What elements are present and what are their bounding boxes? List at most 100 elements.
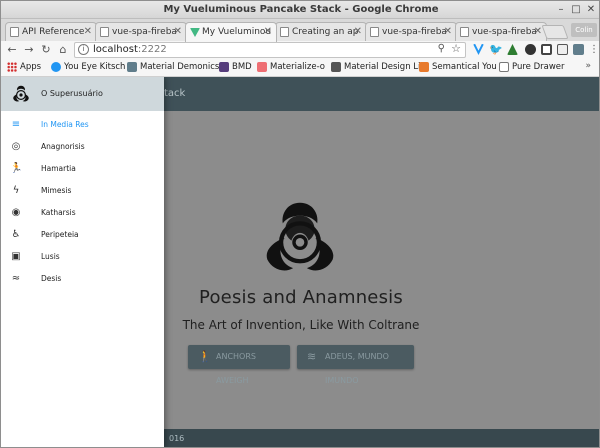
- navigation-drawer: O Superusuário ≡ In Media Res ◎ Anagnori…: [1, 77, 164, 447]
- tab[interactable]: vue-spa-fireba ✕: [365, 22, 457, 41]
- eye-icon: ◉: [11, 207, 21, 218]
- tab-label: Creating an ap: [292, 27, 359, 37]
- walk-icon: 🚶: [198, 350, 212, 363]
- minimize-button[interactable]: –: [555, 4, 567, 16]
- extension-triangle-icon[interactable]: [507, 44, 518, 55]
- tab-close-icon[interactable]: ✕: [264, 26, 272, 37]
- drawer-item-peripeteia[interactable]: ♿ Peripeteia: [1, 224, 164, 246]
- pool-icon: ≈: [11, 273, 21, 284]
- tab-strip: API Reference ✕ vue-spa-fireba ✕ My Vuel…: [1, 19, 599, 42]
- address-bar[interactable]: i localhost:2222 ⚲ ☆: [74, 42, 466, 58]
- tab-label: vue-spa-fireba: [472, 27, 537, 37]
- bookmark-label: Material Design Li: [344, 62, 421, 72]
- url-host: localhost: [93, 44, 138, 55]
- bookmark-label: You Eye Kitsch: [64, 62, 126, 72]
- browser-toolbar: ← → ↻ ⌂ i localhost:2222 ⚲ ☆ 🐦 ⋮: [1, 41, 599, 59]
- drawer-item-label: Katharsis: [41, 208, 76, 217]
- drawer-item-desis[interactable]: ≈ Desis: [1, 268, 164, 290]
- close-window-button[interactable]: ✕: [585, 4, 597, 16]
- adeus-mundo-imundo-button[interactable]: ≋ ADEUS, MUNDO IMUNDO: [297, 345, 414, 385]
- page-icon: [460, 27, 469, 37]
- page-viewport: tack Poesis and Anamnesis The Art of Inv…: [1, 77, 599, 447]
- window-title: My Vueluminous Pancake Stack - Google Ch…: [163, 4, 439, 15]
- bookmark-favicon-icon: [51, 62, 61, 72]
- home-icon[interactable]: ⌂: [56, 43, 70, 57]
- menu-kebab-icon[interactable]: ⋮: [587, 43, 599, 57]
- drawer-item-anagnorisis[interactable]: ◎ Anagnorisis: [1, 136, 164, 158]
- tab-label: vue-spa-fireba: [112, 27, 177, 37]
- url-text[interactable]: localhost:2222: [93, 44, 167, 55]
- drawer-item-label: Peripeteia: [41, 230, 79, 239]
- bookmark-apps[interactable]: Apps: [7, 62, 41, 74]
- tab-active[interactable]: My Vueluminou ✕: [185, 22, 277, 42]
- profile-button[interactable]: Colin: [571, 23, 597, 37]
- zoom-icon[interactable]: ⚲: [438, 43, 445, 54]
- bookmark-favicon-icon: [257, 62, 267, 72]
- biohazard-avatar-icon: [13, 85, 29, 102]
- bookmark-item[interactable]: Material Demonics: [127, 62, 219, 74]
- tab-close-icon[interactable]: ✕: [84, 26, 92, 37]
- run-icon: 🏃: [10, 163, 23, 174]
- extension-gear-icon[interactable]: [541, 44, 552, 55]
- new-tab-button[interactable]: [541, 25, 569, 39]
- back-icon[interactable]: ←: [5, 43, 19, 57]
- drawer-item-in-media-res[interactable]: ≡ In Media Res: [1, 114, 164, 136]
- reload-icon[interactable]: ↻: [39, 43, 53, 57]
- vue-devtools-icon[interactable]: [473, 44, 484, 55]
- tab[interactable]: vue-spa-fireba ✕: [455, 22, 547, 41]
- drawer-item-hamartia[interactable]: 🏃 Hamartia: [1, 158, 164, 180]
- page-icon: [370, 27, 379, 37]
- swim-icon: ≋: [307, 350, 317, 363]
- bookmark-label: Materialize-o: [270, 62, 326, 72]
- tab-label: API Reference: [22, 27, 85, 37]
- bookmark-favicon-icon: [219, 62, 229, 72]
- drawer-item-label: Lusis: [41, 252, 60, 261]
- extension-circle-icon[interactable]: [525, 44, 536, 55]
- tab[interactable]: vue-spa-fireba ✕: [95, 22, 187, 41]
- app-title: tack: [164, 88, 186, 99]
- bookmarks-bar: Apps You Eye Kitsch Material Demonics BM…: [1, 59, 599, 77]
- bookmark-item[interactable]: Pure Drawer: [499, 62, 565, 74]
- biohazard-logo-icon: [266, 202, 334, 271]
- target-icon: ◎: [11, 141, 21, 152]
- extension-shield-icon[interactable]: [573, 44, 584, 55]
- tab-close-icon[interactable]: ✕: [174, 26, 182, 37]
- vue-icon: [190, 28, 200, 37]
- page-icon: [280, 27, 289, 37]
- luggage-icon: ▣: [11, 251, 21, 262]
- url-port: :2222: [137, 44, 167, 55]
- info-icon[interactable]: i: [78, 44, 89, 55]
- window-titlebar[interactable]: My Vueluminous Pancake Stack - Google Ch…: [1, 1, 599, 19]
- bookmarks-overflow-icon[interactable]: »: [585, 61, 591, 71]
- anchors-aweigh-button[interactable]: 🚶 ANCHORS AWEIGH: [188, 345, 290, 385]
- drawer-item-mimesis[interactable]: ϟ Mimesis: [1, 180, 164, 202]
- drawer-item-label: Hamartia: [41, 164, 76, 173]
- drawer-item-label: Anagnorisis: [41, 142, 85, 151]
- twitter-icon[interactable]: 🐦: [489, 44, 503, 55]
- drawer-item-label: Mimesis: [41, 186, 72, 195]
- drawer-item-katharsis[interactable]: ◉ Katharsis: [1, 202, 164, 224]
- bookmark-item[interactable]: Material Design Li: [331, 62, 420, 74]
- tab[interactable]: API Reference ✕: [5, 22, 97, 41]
- tab[interactable]: Creating an ap ✕: [275, 22, 367, 41]
- drawer-header: O Superusuário: [1, 77, 164, 111]
- bookmark-item[interactable]: You Eye Kitsch: [51, 62, 125, 74]
- cast-icon[interactable]: [557, 44, 568, 55]
- bookmark-star-icon[interactable]: ☆: [451, 42, 461, 55]
- bookmark-item[interactable]: Semantical You: [419, 62, 497, 74]
- maximize-button[interactable]: □: [570, 4, 582, 16]
- bookmark-label: Pure Drawer: [512, 62, 565, 72]
- menu-icon: ≡: [11, 119, 21, 130]
- drawer-item-label: In Media Res: [41, 120, 89, 129]
- bookmark-item[interactable]: Materialize-o: [257, 62, 325, 74]
- tab-close-icon[interactable]: ✕: [444, 26, 452, 37]
- accessible-icon: ♿: [11, 229, 21, 240]
- drawer-item-lusis[interactable]: ▣ Lusis: [1, 246, 164, 268]
- bookmark-favicon-icon: [499, 62, 509, 72]
- tab-close-icon[interactable]: ✕: [354, 26, 362, 37]
- button-label: ADEUS, MUNDO IMUNDO: [325, 352, 389, 385]
- bookmark-label: Apps: [20, 62, 42, 72]
- bookmark-item[interactable]: BMD: [219, 62, 252, 74]
- forward-icon[interactable]: →: [22, 43, 36, 57]
- tab-close-icon[interactable]: ✕: [534, 26, 542, 37]
